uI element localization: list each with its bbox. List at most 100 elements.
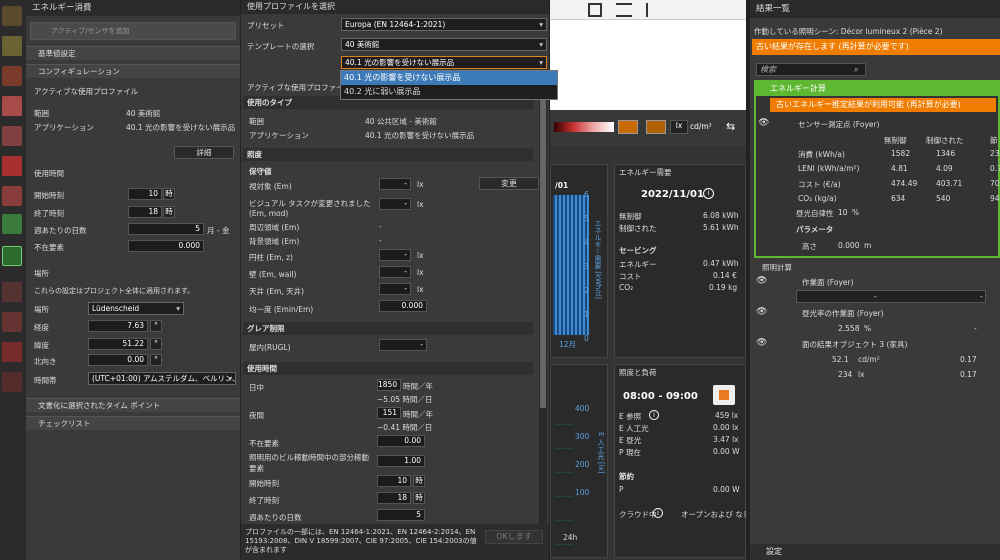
end-input[interactable]: 18 (377, 492, 411, 504)
daytime-input[interactable]: 1850 (377, 379, 401, 391)
rugl-input[interactable]: - (379, 339, 427, 351)
swap-icon[interactable]: ⇆ (726, 120, 735, 133)
end-time-input[interactable]: 18 (128, 206, 162, 218)
days-unit: 月 - 金 (207, 226, 230, 235)
saving-cost-label: コスト (619, 272, 642, 281)
em-input[interactable]: - (379, 178, 411, 190)
uniformity-input[interactable]: 0.000 (379, 300, 427, 312)
leaf-icon[interactable] (2, 214, 22, 234)
eref-info-icon[interactable]: i (649, 410, 659, 420)
rugl-label: 屋内(RUGL) (249, 343, 291, 352)
settings-footer[interactable]: 設定 (750, 544, 1000, 560)
place-select[interactable]: Lüdenscheid (88, 302, 184, 315)
energy-tick: 5 (584, 214, 589, 223)
uncontrolled-label: 無制御 (619, 212, 642, 221)
lighting-calc-heading[interactable]: 照明計算 (762, 262, 792, 273)
illuminance-ratio: 0.17 (960, 370, 977, 379)
preset-select[interactable]: Europa (EN 12464-1:2021) (341, 18, 547, 31)
dialog-title: 使用プロファイルを選択 (241, 0, 549, 14)
scale-toggle-icon[interactable] (618, 120, 638, 134)
days-input[interactable]: 5 (128, 223, 204, 235)
night-sub: ~0.41 時間／日 (377, 423, 433, 432)
north-input[interactable]: 0.00 (88, 354, 148, 366)
nodes-icon[interactable] (2, 372, 22, 392)
illuminance-section: 照度 (243, 148, 533, 161)
palette-icon[interactable] (2, 96, 22, 116)
night-input[interactable]: 151 (377, 407, 401, 419)
parameters-heading: パラメータ (796, 225, 834, 234)
fit-icon[interactable] (588, 3, 602, 17)
gradient-icon[interactable] (646, 120, 666, 134)
info-icon[interactable]: i (703, 188, 714, 199)
measure-icon[interactable] (2, 312, 22, 332)
stairs-icon[interactable] (2, 126, 22, 146)
eye-icon[interactable]: 👁 (756, 307, 767, 317)
energy-row-value: 474.49 (891, 179, 918, 188)
magnifier-icon[interactable] (2, 66, 22, 86)
usage-time-section: 使用時間 (243, 362, 533, 375)
days-input[interactable]: 5 (377, 509, 425, 521)
energy-axis-title: エネルギー需要 [kWh/d] (594, 220, 602, 299)
wrench-icon[interactable] (2, 186, 22, 206)
start-input[interactable]: 10 (377, 475, 411, 487)
pnow-value: 0.00 W (713, 447, 740, 456)
frame-icon[interactable] (2, 342, 22, 362)
cylindrical-input[interactable]: - (379, 249, 411, 261)
wall-input[interactable]: - (379, 266, 411, 278)
eye-icon[interactable]: 👁 (756, 338, 767, 348)
add-sensor-button[interactable]: アクティブ/センサを追加 (30, 22, 236, 40)
start-time-input[interactable]: 10 (128, 188, 162, 200)
lux-unit-button[interactable]: lx (670, 120, 688, 134)
width-icon[interactable] (616, 3, 632, 17)
absence-input[interactable]: 0.000 (128, 240, 204, 252)
text-icon[interactable] (2, 282, 22, 302)
profile-select[interactable]: 40.1 光の影響を受けない展示品 (341, 56, 547, 69)
dropdown-option[interactable]: 40.2 光に弱い展示品 (341, 85, 557, 99)
export-icon[interactable] (713, 385, 735, 405)
end-time-label: 終了時刻 (34, 209, 64, 218)
ceiling-input[interactable]: - (379, 283, 411, 295)
application-label: アプリケーション (249, 131, 309, 140)
daylight-factor-value: 2.558 (838, 324, 860, 333)
daytime-unit: 時間／年 (403, 382, 433, 391)
section-documented-timepoints[interactable]: 文書化に選択されたタイム ポイント (26, 398, 240, 412)
energy-calc-header[interactable]: エネルギー計算 (756, 82, 998, 96)
energy-row-label: LENI (kWh/a/m²) (798, 164, 860, 173)
longitude-input[interactable]: 7.63 (88, 320, 148, 332)
camera-icon[interactable] (2, 6, 22, 26)
dialog-scrollbar[interactable] (539, 78, 547, 524)
cloud-info-icon[interactable]: i (653, 508, 663, 518)
height-icon[interactable] (646, 3, 660, 17)
latitude-input[interactable]: 51.22 (88, 338, 148, 350)
template-select[interactable]: 40 美術館 (341, 38, 547, 51)
stale-warning: 古い結果が存在します (再計算が必要です) (752, 39, 1000, 55)
search-input[interactable]: 検索 (756, 63, 866, 76)
section-checklist[interactable]: チェックリスト (26, 416, 240, 430)
floorplan-icon[interactable] (2, 156, 22, 176)
section-base-values[interactable]: 基準値設定 (26, 46, 240, 60)
cylindrical-label: 円柱 (Em, z) (249, 253, 293, 262)
visual-task-input[interactable]: - (379, 198, 411, 210)
bulb-icon[interactable] (2, 36, 22, 56)
ok-button[interactable]: OKします (485, 530, 543, 544)
energy-icon[interactable] (2, 246, 22, 266)
eye-icon[interactable]: 👁 (756, 276, 767, 286)
controlled-value: 5.61 kWh (703, 223, 739, 232)
profile-scroll-area: アクティブな使用プロファイル 使用のタイプ 範囲 40 公共区域 - 美術館 ア… (241, 78, 541, 560)
partial-input[interactable]: 1.00 (377, 455, 425, 467)
dropdown-option-selected[interactable]: 40.1 光の影響を受けない展示品 (341, 71, 557, 85)
days-label: 週あたりの日数 (34, 226, 87, 235)
luminance-value: 52.1 (832, 355, 849, 364)
luminance-ratio: 0.17 (960, 355, 977, 364)
range-label: 範囲 (34, 109, 49, 118)
range-label: 範囲 (249, 117, 264, 126)
search-icon[interactable]: ⌕ (854, 65, 858, 75)
eye-icon[interactable]: 👁 (758, 118, 769, 128)
section-configuration[interactable]: コンフィギュレーション (26, 64, 240, 78)
preset-label: プリセット (247, 21, 285, 30)
energy-row-value: 23 (990, 149, 1000, 158)
detail-button[interactable]: 詳細 (174, 146, 234, 159)
absence-input[interactable]: 0.00 (377, 435, 425, 447)
change-button[interactable]: 変更 (479, 177, 539, 190)
timezone-select[interactable]: (UTC+01:00) アムステルダム、ベルリン、^ (88, 372, 236, 385)
